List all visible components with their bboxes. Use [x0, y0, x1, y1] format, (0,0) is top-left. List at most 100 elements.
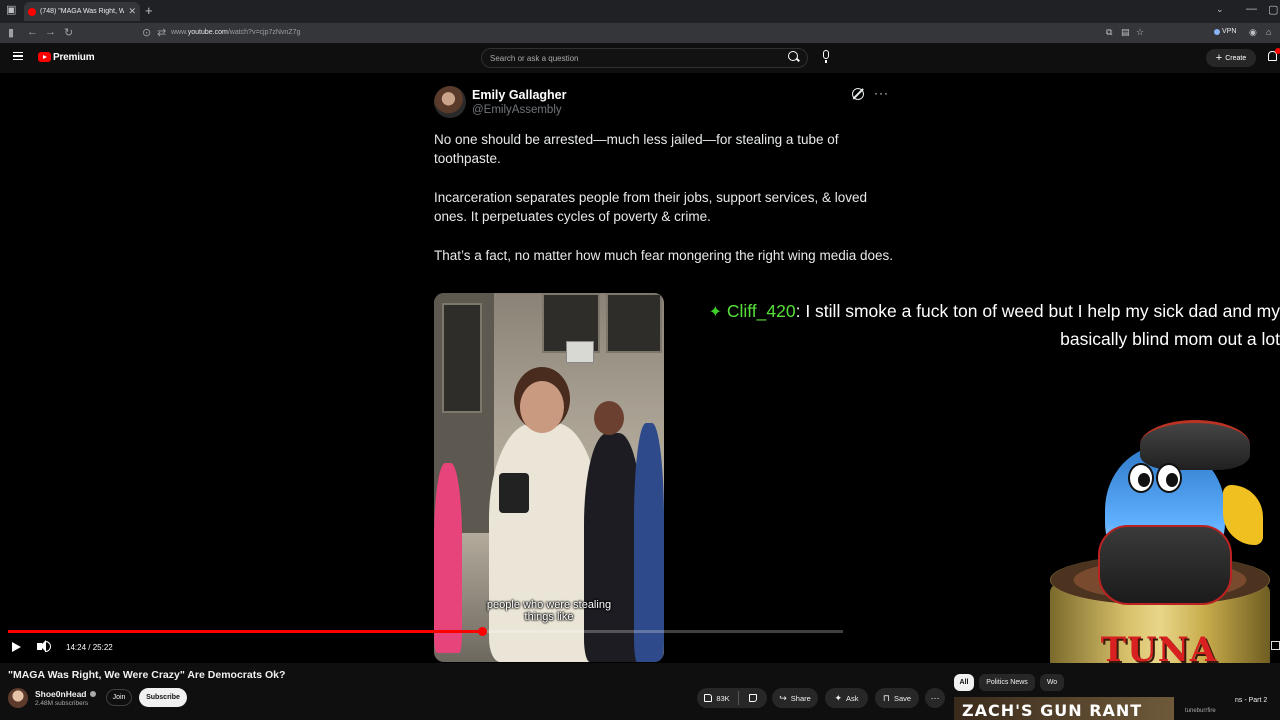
sparkle-icon: ✦: [834, 692, 843, 703]
fullscreen-icon[interactable]: [1271, 641, 1280, 650]
recommended-video-thumbnail[interactable]: ZACH'S GUN RANT: [954, 697, 1174, 720]
chip-wo[interactable]: Wo: [1040, 674, 1064, 691]
youtube-header: Premium Search or ask a question + Create: [0, 43, 1280, 73]
minimize-icon[interactable]: —: [1246, 3, 1257, 15]
chip-all[interactable]: All: [954, 674, 974, 691]
thumb-down-icon: [749, 694, 757, 702]
tweet-author-avatar: [434, 86, 466, 118]
grok-icon: [852, 88, 864, 100]
chat-overlay-message: ✦ Cliff_420: I still smoke a fuck ton of…: [666, 298, 1280, 352]
share-icon: ↪: [779, 692, 787, 703]
youtube-logo-icon[interactable]: [38, 52, 51, 62]
speaker-head: [520, 381, 564, 433]
fish-hat: [1140, 420, 1250, 470]
forward-icon[interactable]: →: [45, 26, 56, 38]
recommended-video-title[interactable]: ns - Part 2: [1235, 697, 1267, 704]
fish-eye-left: [1128, 463, 1154, 493]
building-window: [606, 293, 662, 353]
tab-search-chevron-down-icon[interactable]: ⌄: [1216, 4, 1224, 15]
person-left: [434, 463, 462, 653]
ask-label: Ask: [846, 693, 859, 703]
tweet-author-name: Emily Gallagher: [472, 88, 567, 102]
tab-actions-icon[interactable]: ▣: [6, 3, 16, 16]
site-info-icon[interactable]: ⊙: [142, 26, 151, 39]
microphones: [499, 473, 529, 513]
channel-name[interactable]: Shoe0nHead: [35, 689, 96, 699]
share-button[interactable]: ↪ Share: [772, 688, 818, 708]
fish-armor: [1098, 525, 1232, 605]
thumbnail-text: ZACH'S GUN RANT: [962, 701, 1143, 720]
search-icon[interactable]: [788, 51, 798, 61]
tweet-embedded-video: people who were stealing things like: [434, 293, 664, 662]
bookmark-icon: ⊓: [882, 692, 890, 703]
reader-mode-icon[interactable]: ▤: [1121, 27, 1130, 38]
sidebar-toggle-icon[interactable]: ▮: [8, 26, 14, 39]
person-speaker: [489, 423, 599, 662]
video-title: "MAGA Was Right, We Were Crazy" Are Demo…: [8, 669, 286, 681]
tweet-paragraph-1: No one should be arrested—much less jail…: [434, 132, 839, 166]
more-actions-icon[interactable]: ···: [925, 688, 945, 708]
create-button[interactable]: + Create: [1206, 49, 1256, 67]
notification-badge: [1275, 48, 1280, 54]
person-right-head: [594, 401, 624, 435]
like-button[interactable]: 83K: [697, 688, 737, 708]
chat-badge-icon: ✦: [708, 304, 722, 321]
chip-politics-news[interactable]: Politics News: [979, 674, 1035, 691]
create-label: Create: [1225, 54, 1247, 62]
vpn-label: VPN: [1222, 28, 1237, 35]
youtube-favicon-icon: [28, 7, 36, 16]
tab-title: (748) "MAGA Was Right, We W: [40, 8, 125, 15]
voice-search-mic-icon[interactable]: [823, 50, 829, 63]
ask-button[interactable]: ✦ Ask: [825, 688, 868, 708]
maximize-icon[interactable]: ▢: [1268, 3, 1278, 16]
verified-icon: [89, 691, 96, 697]
plus-icon: +: [1215, 52, 1223, 64]
hamburger-menu-icon[interactable]: [13, 52, 23, 60]
save-label: Save: [893, 693, 912, 703]
tweet-author-handle: @EmilyAssembly: [472, 104, 562, 116]
tweet-paragraph-3: That’s a fact, no matter how much fear m…: [434, 248, 893, 263]
dislike-button[interactable]: [740, 688, 766, 708]
bookmark-star-icon[interactable]: ☆: [1136, 27, 1144, 38]
recommended-video-channel: tuneburrfire: [1185, 708, 1216, 714]
vpn-status-icon: [1214, 28, 1220, 35]
save-button[interactable]: ⊓ Save: [875, 688, 919, 708]
search-input[interactable]: Search or ask a question: [481, 48, 808, 68]
url-path: /watch?v=cjp7zNvnZ7g: [227, 29, 301, 36]
close-tab-icon[interactable]: ✕: [128, 6, 136, 17]
search-placeholder: Search or ask a question: [490, 54, 579, 63]
person-far-right: [634, 423, 664, 662]
progress-scrubber-handle[interactable]: [477, 627, 487, 636]
browser-tab-bar: ▣ (748) "MAGA Was Right, We W ✕ + ⌄ — ▢: [0, 0, 1280, 23]
back-icon[interactable]: ←: [27, 26, 38, 38]
url-host: youtube.com: [187, 29, 228, 36]
video-caption-line-1: people who were stealing: [486, 599, 612, 611]
more-horizontal-icon: ···: [874, 86, 889, 100]
youtube-premium-wordmark[interactable]: Premium: [53, 52, 95, 63]
video-caption-line-2: things like: [524, 611, 574, 623]
browser-tab-active[interactable]: (748) "MAGA Was Right, We W ✕: [24, 2, 140, 21]
extensions-icon[interactable]: ⌂: [1266, 27, 1271, 37]
reload-icon[interactable]: ↻: [64, 26, 73, 39]
vpn-button[interactable]: VPN: [1214, 28, 1236, 35]
like-divider: [738, 691, 739, 705]
chat-message-text: : I still smoke a fuck ton of weed but I…: [795, 301, 1280, 349]
subscriber-count: 2.48M subscribers: [35, 700, 89, 707]
url-field[interactable]: www.youtube.com/watch?v=cjp7zNvnZ7g: [171, 29, 300, 36]
chat-username: Cliff_420: [726, 301, 796, 321]
subscribe-button[interactable]: Subscribe: [139, 688, 187, 707]
screenshot-icon[interactable]: ⧉: [1106, 27, 1112, 38]
progress-bar-played[interactable]: [8, 630, 483, 633]
air-conditioner: [566, 341, 594, 363]
share-label: Share: [790, 693, 811, 703]
building-window: [442, 303, 482, 413]
channel-avatar[interactable]: [8, 688, 28, 708]
like-count: 83K: [716, 693, 730, 703]
url-prefix: www.: [171, 29, 188, 36]
volume-icon[interactable]: [37, 640, 46, 652]
profile-icon[interactable]: ◉: [1249, 27, 1257, 38]
new-tab-icon[interactable]: +: [145, 3, 153, 18]
join-button[interactable]: Join: [106, 689, 132, 706]
play-icon[interactable]: [12, 642, 21, 652]
site-controls-icon[interactable]: ⇄: [157, 26, 166, 39]
